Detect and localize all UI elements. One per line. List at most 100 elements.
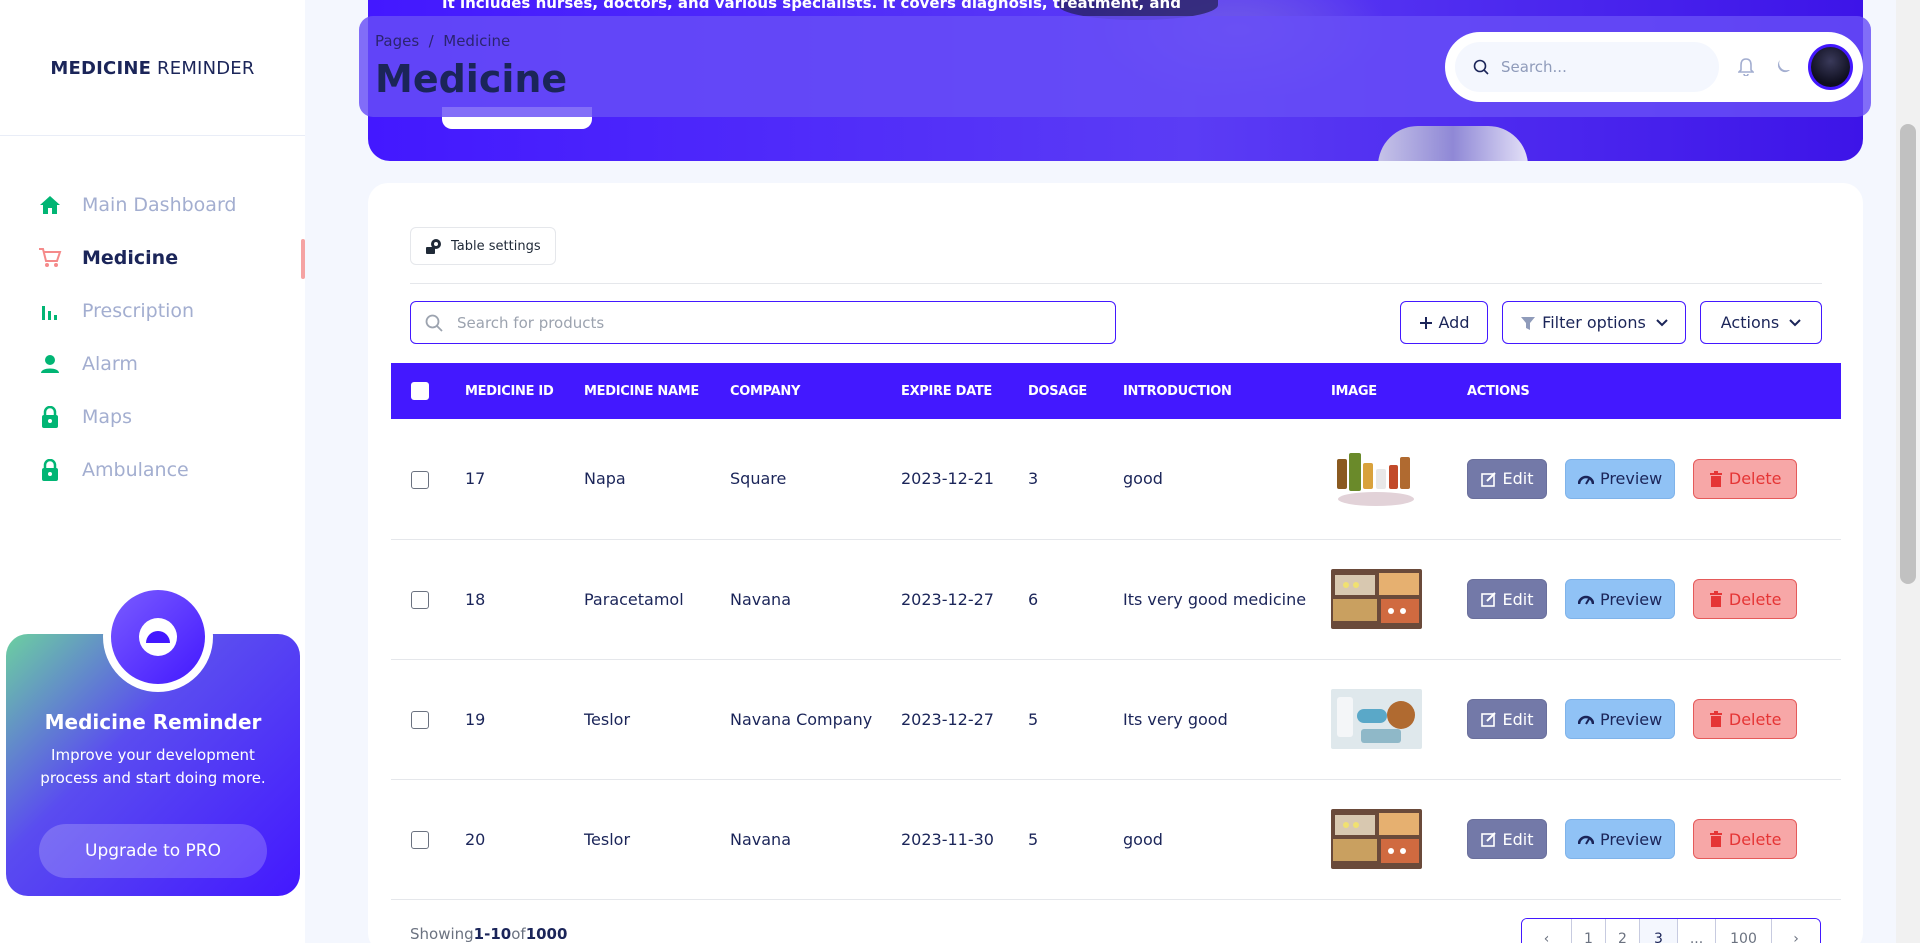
bell-icon[interactable] (1735, 56, 1756, 78)
page-button[interactable]: 1 (1572, 919, 1606, 943)
row-checkbox[interactable] (411, 590, 429, 609)
sidebar-item-main-dashboard[interactable]: Main Dashboard (0, 178, 305, 231)
expire-date: 2023-12-27 (901, 539, 1028, 660)
select-all-checkbox[interactable] (411, 382, 429, 400)
filter-options-button[interactable]: Filter options (1502, 301, 1686, 344)
page-title: Medicine (375, 57, 568, 101)
trash-icon (1709, 831, 1723, 847)
trash-icon (1709, 591, 1723, 607)
edit-icon (1480, 591, 1497, 607)
app-logo-icon (139, 618, 177, 656)
brand-logo[interactable]: MEDICINE REMINDER (0, 58, 305, 79)
dosage: 5 (1028, 659, 1123, 780)
column-header[interactable]: INTRODUCTION (1123, 363, 1331, 419)
medicine-table: MEDICINE ID MEDICINE NAME COMPANY EXPIRE… (391, 363, 1841, 900)
edit-button[interactable]: Edit (1467, 458, 1547, 499)
trash-icon (1709, 711, 1723, 727)
sidebar-item-maps[interactable]: Maps (0, 390, 305, 443)
introduction: Its very good medicine (1123, 539, 1331, 660)
column-header[interactable]: EXPIRE DATE (901, 363, 1028, 419)
home-icon (38, 193, 62, 217)
dosage: 5 (1028, 779, 1123, 900)
delete-button[interactable]: Delete (1693, 699, 1798, 739)
dosage: 3 (1028, 419, 1123, 540)
edit-icon (1480, 471, 1497, 487)
medicine-table-card: Table settings Search for products Add F… (368, 183, 1863, 943)
preview-button[interactable]: Preview (1565, 458, 1676, 499)
preview-button[interactable]: Preview (1565, 579, 1676, 619)
bar-chart-icon (38, 299, 62, 323)
medicine-image (1331, 809, 1422, 869)
chevron-down-icon (1656, 318, 1668, 327)
brand-divider (0, 135, 305, 136)
next-page-button[interactable]: › (1772, 919, 1820, 943)
row-checkbox[interactable] (411, 830, 429, 849)
delete-button[interactable]: Delete (1693, 458, 1798, 499)
column-header[interactable]: MEDICINE NAME (584, 363, 730, 419)
sidebar-item-prescription[interactable]: Prescription (0, 284, 305, 337)
edit-button[interactable]: Edit (1467, 819, 1547, 859)
moon-icon[interactable] (1772, 56, 1793, 78)
actions-dropdown[interactable]: Actions (1700, 301, 1822, 344)
table-row: 18 Paracetamol Navana 2023-12-27 6 Its v… (391, 539, 1841, 660)
expire-date: 2023-12-21 (901, 419, 1028, 540)
current-page-button[interactable]: 3 (1640, 919, 1678, 943)
column-header[interactable]: COMPANY (730, 363, 901, 419)
sidebar-nav: Main Dashboard Medicine Prescription Ala… (0, 178, 305, 496)
medicine-name: Paracetamol (584, 539, 730, 660)
scrollbar-thumb[interactable] (1900, 124, 1916, 584)
upgrade-button[interactable]: Upgrade to PRO (39, 824, 267, 878)
column-header[interactable]: IMAGE (1331, 363, 1467, 419)
person-icon (38, 352, 62, 376)
banner-text: It includes nurses, doctors, and various… (442, 0, 1181, 12)
sidebar-item-alarm[interactable]: Alarm (0, 337, 305, 390)
chevron-down-icon (1789, 318, 1801, 327)
trash-icon (1709, 470, 1723, 487)
gauge-icon (1577, 712, 1594, 726)
promo-logo (103, 582, 213, 692)
dosage: 6 (1028, 539, 1123, 660)
table-row: 20 Teslor Navana 2023-11-30 5 good Edit … (391, 779, 1841, 900)
divider (410, 283, 1822, 284)
row-checkbox[interactable] (411, 470, 429, 489)
expire-date: 2023-11-30 (901, 779, 1028, 900)
table-row: 19 Teslor Navana Company 2023-12-27 5 It… (391, 659, 1841, 780)
medicine-image (1331, 448, 1422, 509)
preview-button[interactable]: Preview (1565, 819, 1676, 859)
company: Navana (730, 779, 901, 900)
edit-icon (1480, 711, 1497, 727)
preview-button[interactable]: Preview (1565, 699, 1676, 739)
row-checkbox[interactable] (411, 710, 429, 729)
column-header: ACTIONS (1467, 383, 1530, 399)
delete-button[interactable]: Delete (1693, 579, 1798, 619)
table-row: 17 Napa Square 2023-12-21 3 good Edit Pr… (391, 419, 1841, 540)
product-search-input[interactable]: Search for products (410, 301, 1116, 344)
edit-button[interactable]: Edit (1467, 579, 1547, 619)
delete-button[interactable]: Delete (1693, 819, 1798, 859)
introduction: good (1123, 419, 1331, 540)
breadcrumb[interactable]: Pages / Medicine (375, 32, 510, 50)
table-settings-button[interactable]: Table settings (410, 227, 556, 265)
avatar[interactable] (1807, 44, 1853, 90)
column-header[interactable]: MEDICINE ID (465, 363, 584, 419)
page-button[interactable]: 100 (1716, 919, 1772, 943)
cart-icon (38, 246, 62, 270)
prev-page-button[interactable]: ‹ (1522, 919, 1572, 943)
gauge-icon (1577, 472, 1594, 486)
gauge-icon (1577, 592, 1594, 606)
add-button[interactable]: Add (1400, 301, 1488, 344)
search-icon (425, 314, 443, 332)
column-header[interactable]: DOSAGE (1028, 363, 1123, 419)
page-button[interactable]: 2 (1606, 919, 1640, 943)
edit-button[interactable]: Edit (1467, 699, 1547, 739)
pagination-summary: Showing1-10of1000 (410, 925, 568, 943)
table-header-row: MEDICINE ID MEDICINE NAME COMPANY EXPIRE… (391, 363, 1841, 419)
sidebar-item-ambulance[interactable]: Ambulance (0, 443, 305, 496)
sidebar-item-medicine[interactable]: Medicine (0, 231, 305, 284)
global-search-input[interactable]: Search... (1455, 42, 1719, 92)
page-ellipsis: ... (1678, 919, 1716, 943)
page-scrollbar[interactable] (1896, 0, 1920, 943)
medicine-id: 19 (465, 659, 584, 780)
plus-icon (1419, 316, 1433, 330)
medicine-name: Napa (584, 419, 730, 540)
